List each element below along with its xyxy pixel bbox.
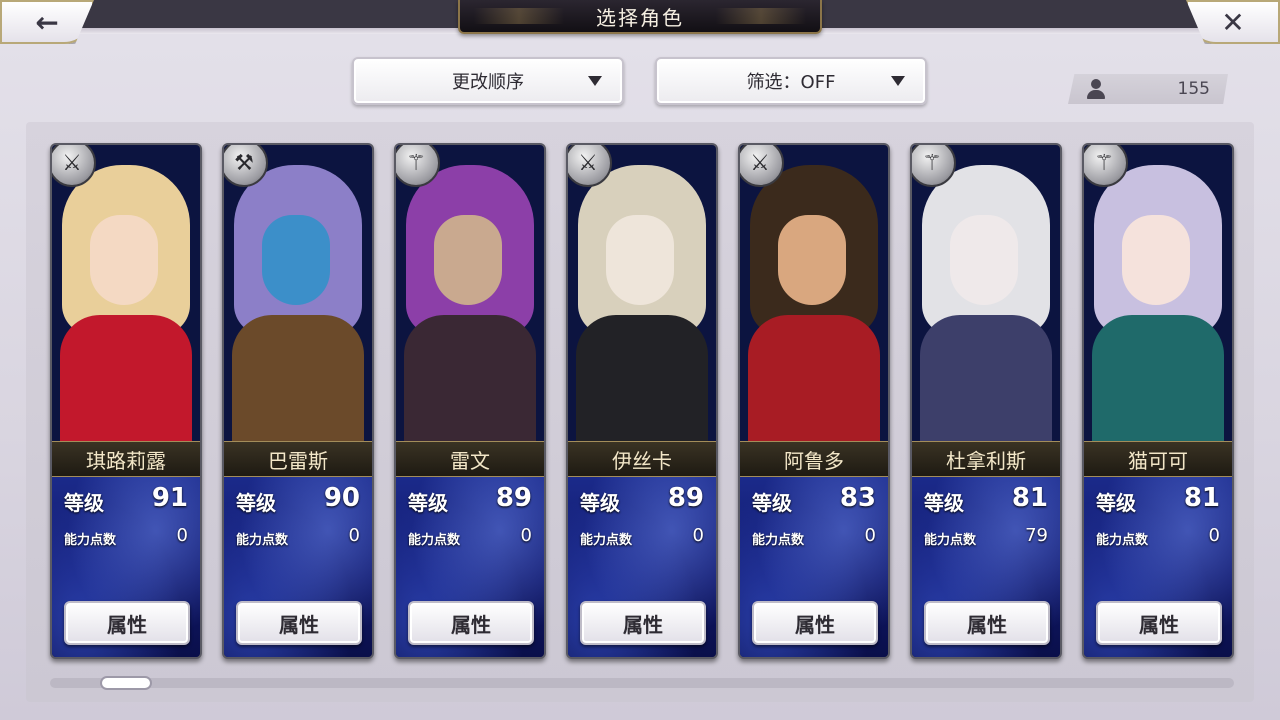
level-value: 89 — [495, 483, 532, 513]
portrait-outfit — [1092, 315, 1224, 441]
character-card-5[interactable]: ⚔ 阿鲁多 等级 83 能力点数 0 属性 — [738, 143, 890, 659]
ability-points-value: 0 — [348, 525, 360, 546]
character-stats: 等级 90 能力点数 0 属性 — [224, 477, 372, 657]
character-card-3[interactable]: ⚚ 雷文 等级 89 能力点数 0 属性 — [394, 143, 546, 659]
character-card-7[interactable]: ⚚ 猫可可 等级 81 能力点数 0 属性 — [1082, 143, 1234, 659]
character-portrait — [1084, 145, 1232, 441]
level-label: 等级 — [580, 491, 620, 515]
page-title: 选择角色 — [458, 0, 822, 34]
attribute-button[interactable]: 属性 — [752, 601, 878, 645]
close-icon: ✕ — [1221, 5, 1245, 39]
character-stats: 等级 89 能力点数 0 属性 — [396, 477, 544, 657]
character-card-list: ⚔ 琪路莉露 等级 91 能力点数 0 属性 ⚒ 巴雷斯 等级 90 能力点数 … — [50, 143, 1234, 659]
ability-points-value: 0 — [520, 525, 532, 546]
character-card-6[interactable]: ⚚ 杜拿利斯 等级 81 能力点数 79 属性 — [910, 143, 1062, 659]
character-portrait — [568, 145, 716, 441]
character-name: 伊丝卡 — [568, 441, 716, 477]
character-stats: 等级 81 能力点数 0 属性 — [1084, 477, 1232, 657]
back-arrow-icon: ← — [35, 5, 59, 39]
character-stats: 等级 89 能力点数 0 属性 — [568, 477, 716, 657]
ability-points-value: 0 — [1208, 525, 1220, 546]
character-name: 猫可可 — [1084, 441, 1232, 477]
ability-points-value: 0 — [864, 525, 876, 546]
filter-dropdown[interactable]: 筛选：OFF — [655, 57, 927, 105]
ability-points-label: 能力点数 — [64, 533, 117, 548]
level-label: 等级 — [1096, 491, 1136, 515]
character-name: 琪路莉露 — [52, 441, 200, 477]
character-stats: 等级 83 能力点数 0 属性 — [740, 477, 888, 657]
portrait-face — [1122, 215, 1190, 305]
character-name: 雷文 — [396, 441, 544, 477]
sort-order-label: 更改顺序 — [452, 72, 524, 93]
level-label: 等级 — [752, 491, 792, 515]
portrait-outfit — [748, 315, 880, 441]
level-label: 等级 — [924, 491, 964, 515]
character-card-1[interactable]: ⚔ 琪路莉露 等级 91 能力点数 0 属性 — [50, 143, 202, 659]
character-portrait — [912, 145, 1060, 441]
level-value: 81 — [1183, 483, 1220, 513]
character-portrait — [740, 145, 888, 441]
ability-points-label: 能力点数 — [408, 533, 461, 548]
character-card-4[interactable]: ⚔ 伊丝卡 等级 89 能力点数 0 属性 — [566, 143, 718, 659]
character-name: 杜拿利斯 — [912, 441, 1060, 477]
portrait-face — [90, 215, 158, 305]
character-name: 阿鲁多 — [740, 441, 888, 477]
portrait-face — [606, 215, 674, 305]
attribute-button[interactable]: 属性 — [1096, 601, 1222, 645]
horizontal-scrollbar[interactable] — [50, 678, 1234, 688]
character-portrait — [224, 145, 372, 441]
character-card-2[interactable]: ⚒ 巴雷斯 等级 90 能力点数 0 属性 — [222, 143, 374, 659]
sort-order-dropdown[interactable]: 更改顺序 — [352, 57, 624, 105]
level-value: 90 — [323, 483, 360, 513]
portrait-outfit — [60, 315, 192, 441]
chevron-down-icon — [588, 76, 602, 86]
character-portrait — [52, 145, 200, 441]
portrait-face — [950, 215, 1018, 305]
character-stats: 等级 91 能力点数 0 属性 — [52, 477, 200, 657]
portrait-outfit — [232, 315, 364, 441]
attribute-button[interactable]: 属性 — [408, 601, 534, 645]
attribute-button[interactable]: 属性 — [580, 601, 706, 645]
level-value: 89 — [667, 483, 704, 513]
portrait-face — [434, 215, 502, 305]
character-name: 巴雷斯 — [224, 441, 372, 477]
attribute-button[interactable]: 属性 — [236, 601, 362, 645]
portrait-face — [262, 215, 330, 305]
character-count: 155 — [1177, 79, 1210, 99]
ability-points-label: 能力点数 — [236, 533, 289, 548]
level-label: 等级 — [408, 491, 448, 515]
person-icon — [1086, 78, 1106, 100]
ability-points-value: 0 — [176, 525, 188, 546]
filter-label: 筛选：OFF — [746, 72, 836, 93]
portrait-face — [778, 215, 846, 305]
level-value: 91 — [151, 483, 188, 513]
level-value: 83 — [839, 483, 876, 513]
portrait-outfit — [576, 315, 708, 441]
ability-points-label: 能力点数 — [752, 533, 805, 548]
ability-points-label: 能力点数 — [580, 533, 633, 548]
ability-points-label: 能力点数 — [1096, 533, 1149, 548]
character-stats: 等级 81 能力点数 79 属性 — [912, 477, 1060, 657]
level-label: 等级 — [236, 491, 276, 515]
character-count-box: 155 — [1068, 74, 1228, 104]
attribute-button[interactable]: 属性 — [64, 601, 190, 645]
level-value: 81 — [1011, 483, 1048, 513]
portrait-outfit — [404, 315, 536, 441]
level-label: 等级 — [64, 491, 104, 515]
scrollbar-thumb[interactable] — [100, 676, 152, 690]
character-portrait — [396, 145, 544, 441]
ability-points-label: 能力点数 — [924, 533, 977, 548]
chevron-down-icon — [891, 76, 905, 86]
attribute-button[interactable]: 属性 — [924, 601, 1050, 645]
portrait-outfit — [920, 315, 1052, 441]
ability-points-value: 0 — [692, 525, 704, 546]
ability-points-value: 79 — [1025, 525, 1048, 546]
